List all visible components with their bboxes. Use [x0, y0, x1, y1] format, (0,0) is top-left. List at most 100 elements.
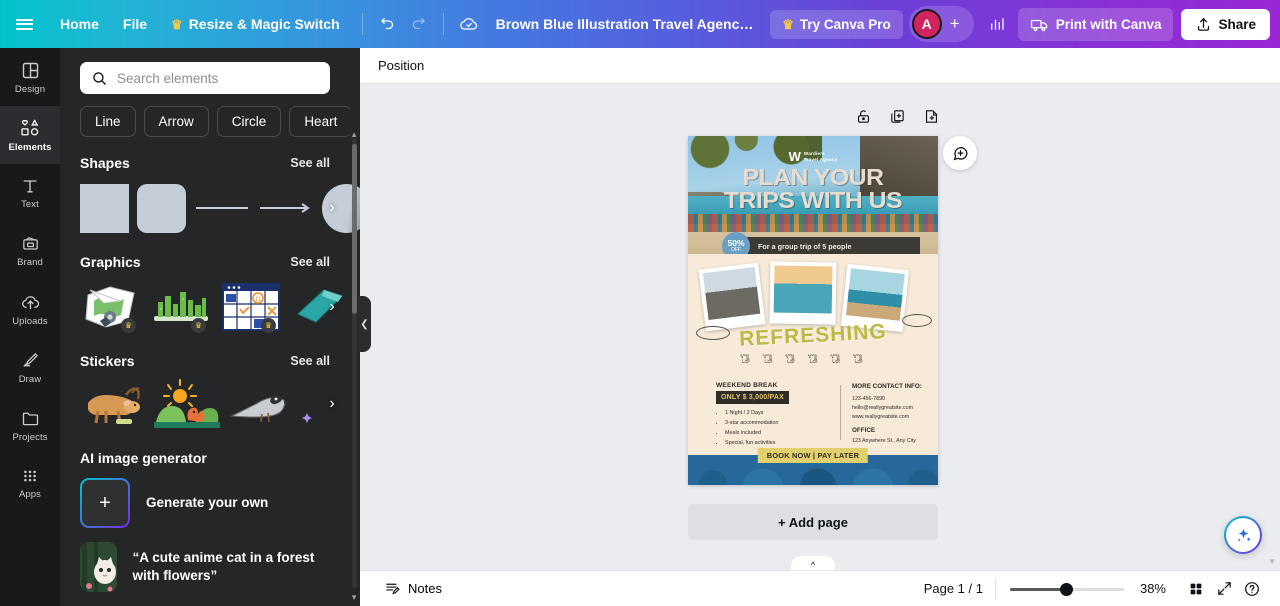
shape-line[interactable] — [194, 180, 250, 236]
divider — [994, 578, 996, 599]
poster-photos-section: REFRESHING ᭛ ᭛ ᭛ ᭛ ᭛ ᭛ — [688, 254, 938, 382]
sidebar-item-projects[interactable]: Projects — [0, 396, 60, 454]
scroll-up-arrow[interactable]: ▲ — [350, 130, 358, 139]
grid-view-icon[interactable] — [1182, 575, 1210, 603]
sticker-sun-squirrel[interactable] — [154, 378, 220, 430]
anime-cat-image — [80, 542, 117, 592]
position-button[interactable]: Position — [368, 53, 434, 78]
price-badge: ONLY $ 3,000/PAX — [716, 391, 789, 404]
graphics-see-all-link[interactable]: See all — [290, 255, 330, 269]
add-page-icon[interactable] — [921, 106, 941, 126]
brand-icon — [22, 237, 38, 250]
avatar[interactable]: A — [911, 9, 942, 39]
shape-arrow[interactable] — [258, 180, 314, 236]
top-toolbar: Home File ♛ Resize & Magic Switch Brown … — [0, 0, 1280, 48]
cloud-saved-icon[interactable] — [454, 9, 484, 39]
chip-arrow[interactable]: Arrow — [143, 106, 209, 137]
zoom-slider-knob[interactable] — [1059, 582, 1073, 596]
shapes-next-arrow[interactable]: › — [322, 199, 342, 217]
graphic-travel-map[interactable]: ♛ — [80, 279, 142, 335]
ai-image-generator-heading: AI image generator — [80, 450, 207, 466]
discount-badge: 50% OFF — [722, 232, 750, 254]
stickers-see-all-link[interactable]: See all — [290, 354, 330, 368]
search-box[interactable] — [80, 62, 330, 94]
page-counter: Page 1 / 1 — [923, 581, 983, 596]
share-button[interactable]: Share — [1181, 8, 1270, 40]
undo-icon[interactable] — [373, 9, 403, 39]
add-member-button[interactable]: + — [942, 14, 968, 34]
bird-icon — [230, 395, 289, 423]
add-page-button[interactable]: + Add page — [688, 504, 938, 540]
comment-button[interactable] — [943, 136, 977, 170]
notes-button[interactable]: Notes — [376, 575, 450, 602]
elements-panel: Line Arrow Circle Heart S Shapes See all — [60, 48, 360, 606]
shapes-icon — [21, 118, 39, 135]
chip-line[interactable]: Line — [80, 106, 136, 137]
sidebar-item-brand[interactable]: Brand — [0, 222, 60, 280]
graphics-next-arrow[interactable]: › — [322, 298, 342, 316]
sticker-deer[interactable] — [80, 378, 146, 430]
help-icon[interactable] — [1238, 575, 1266, 603]
lock-icon[interactable] — [853, 106, 873, 126]
home-button[interactable]: Home — [48, 10, 111, 38]
graphic-calendar[interactable]: 11 ♛ — [220, 279, 282, 335]
canvas-scroll-down-arrow[interactable]: ▼ — [1268, 557, 1276, 566]
try-canva-pro-button[interactable]: ♛ Try Canva Pro — [770, 9, 903, 39]
divider — [442, 13, 444, 35]
shape-square[interactable] — [80, 180, 129, 236]
zoom-slider[interactable] — [1009, 581, 1124, 597]
left-rail: Design Elements Text Brand Uploads Draw … — [0, 48, 60, 606]
contact-website: www.reallygreatsite.com — [852, 413, 910, 420]
scroll-down-arrow[interactable]: ▼ — [350, 593, 358, 602]
zoom-level[interactable]: 38% — [1140, 581, 1166, 596]
sidebar-item-uploads[interactable]: Uploads — [0, 280, 60, 338]
panel-scrollbar-thumb[interactable] — [352, 144, 357, 314]
design-page-1[interactable]: W Wardiere Travel Agency PLAN YOUR TRIPS… — [688, 136, 938, 485]
poster-hero-section: W Wardiere Travel Agency PLAN YOUR TRIPS… — [688, 136, 938, 254]
sidebar-item-design[interactable]: Design — [0, 48, 60, 106]
sidebar-item-draw[interactable]: Draw — [0, 338, 60, 396]
sticker-bird[interactable] — [228, 378, 290, 430]
file-menu-button[interactable]: File — [111, 10, 159, 38]
shapes-section-header: Shapes See all — [60, 137, 350, 180]
sidebar-item-apps[interactable]: Apps — [0, 454, 60, 512]
resize-magic-switch-button[interactable]: ♛ Resize & Magic Switch — [159, 10, 352, 38]
search-input[interactable] — [117, 70, 319, 86]
pro-crown-badge: ♛ — [121, 318, 136, 333]
shape-rounded-square[interactable] — [137, 180, 186, 236]
try-pro-label: Try Canva Pro — [799, 16, 891, 32]
stickers-next-arrow[interactable]: › — [322, 395, 342, 413]
document-title[interactable]: Brown Blue Illustration Travel Agency Fl… — [484, 16, 771, 32]
chip-circle[interactable]: Circle — [216, 106, 282, 137]
contact-heading: MORE CONTACT INFO: — [852, 383, 922, 390]
shapes-see-all-link[interactable]: See all — [290, 156, 330, 170]
sidebar-item-elements[interactable]: Elements — [0, 106, 60, 164]
bottom-right-controls: Page 1 / 1 38% — [924, 575, 1280, 603]
search-area — [60, 48, 350, 104]
print-with-canva-button[interactable]: Print with Canva — [1017, 7, 1174, 41]
expand-pages-handle[interactable]: ^ — [791, 556, 835, 570]
ai-prompt-example-row[interactable]: “A cute anime cat in a forest with flowe… — [60, 542, 350, 606]
collaborators[interactable]: A + — [908, 6, 974, 42]
top-right-actions: ♛ Try Canva Pro A + Print with Canva Sha… — [770, 6, 1280, 42]
upload-cloud-icon — [21, 295, 39, 309]
graphic-city-skyline[interactable]: ♛ — [150, 279, 212, 335]
fullscreen-icon[interactable] — [1210, 575, 1238, 603]
magic-sparkle-button[interactable] — [1224, 516, 1262, 554]
poster-logo: W Wardiere Travel Agency — [789, 150, 838, 163]
notes-label: Notes — [408, 581, 442, 596]
plus-icon[interactable]: + — [80, 478, 130, 528]
duplicate-icon[interactable] — [887, 106, 907, 126]
sidebar-item-text[interactable]: Text — [0, 164, 60, 222]
redo-icon[interactable] — [403, 9, 433, 39]
chip-heart[interactable]: Heart — [289, 106, 350, 137]
generate-your-own-row[interactable]: + Generate your own — [60, 478, 350, 542]
birds-decoration: ᭛ ᭛ ᭛ ᭛ ᭛ ᭛ — [740, 352, 869, 361]
ai-prompt-text: “A cute anime cat in a forest with flowe… — [132, 549, 315, 583]
anime-cat-thumbnail[interactable] — [80, 542, 117, 592]
bar-chart-icon[interactable] — [982, 9, 1012, 39]
logo-line-2: Travel Agency — [803, 156, 838, 162]
polaroid-photo-1 — [698, 262, 766, 332]
hamburger-icon[interactable] — [0, 16, 48, 32]
collapse-panel-handle[interactable]: ❮ — [358, 296, 371, 352]
